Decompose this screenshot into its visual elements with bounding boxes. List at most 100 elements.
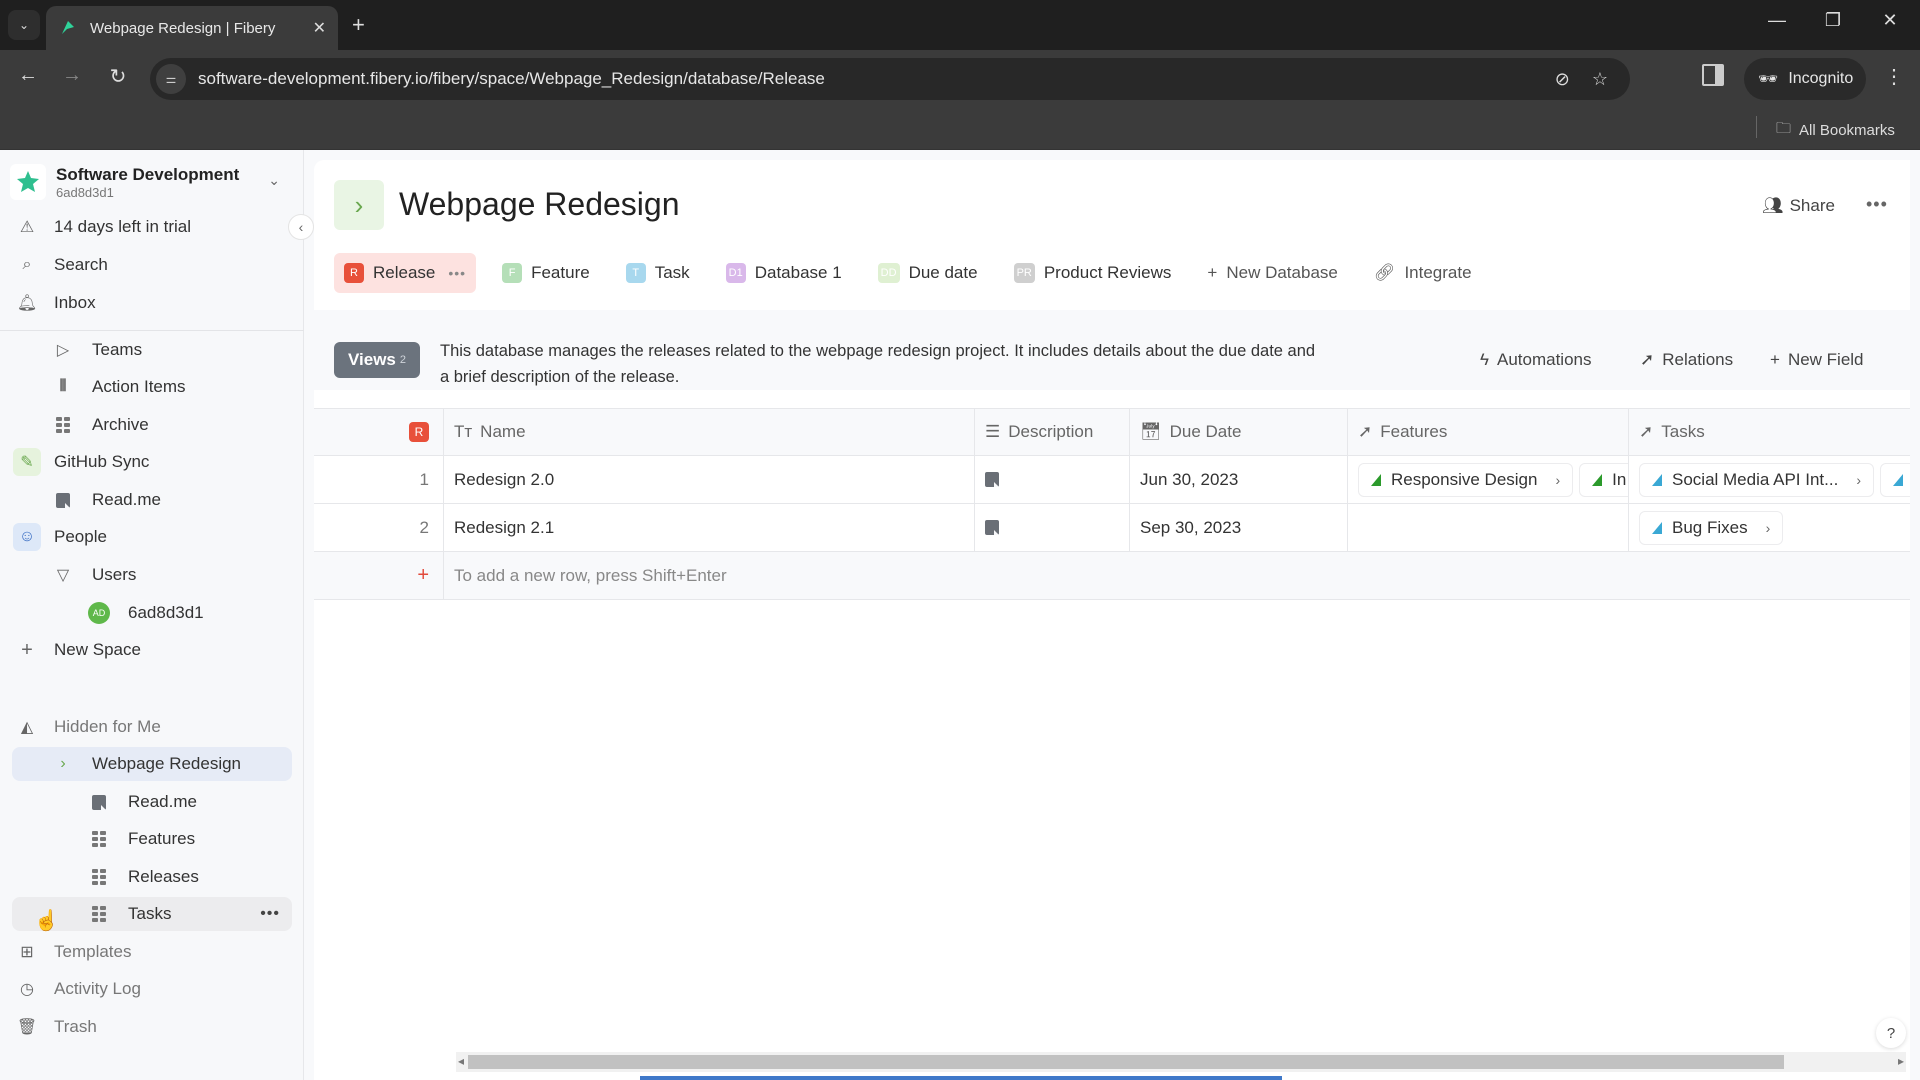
tab-release[interactable]: R Release ••• <box>334 253 477 293</box>
page-more-options-icon[interactable]: ••• <box>1866 194 1888 215</box>
sidebar-item-templates[interactable]: ⊞ Templates <box>12 935 292 969</box>
sidebar-item-readme[interactable]: Read.me <box>48 483 292 517</box>
sidebar-item-github-sync[interactable]: ✎ GitHub Sync <box>12 445 292 479</box>
new-tab-button[interactable]: + <box>352 12 365 38</box>
add-row-hint[interactable]: To add a new row, press Shift+Enter <box>444 552 737 599</box>
sidebar-item-features[interactable]: Features <box>84 822 292 856</box>
column-header-due-date[interactable]: 📅︎ Due Date <box>1130 409 1348 455</box>
new-database-button[interactable]: + New Database <box>1197 253 1347 293</box>
restore-icon[interactable]: ❐ <box>1818 10 1848 31</box>
scrollbar-thumb[interactable] <box>468 1055 1784 1069</box>
url-text[interactable]: software-development.fibery.io/fibery/sp… <box>198 69 1555 89</box>
more-options-icon[interactable]: ••• <box>260 905 280 923</box>
integrate-button[interactable]: 🔗︎ Integrate <box>1364 253 1482 293</box>
grid-icon <box>84 831 114 847</box>
due-date-cell[interactable]: Sep 30, 2023 <box>1130 504 1348 551</box>
hidden-for-me-section[interactable]: ◭ Hidden for Me <box>12 710 292 744</box>
column-header-features[interactable]: ➚ Features <box>1348 409 1629 455</box>
sidebar-item-user[interactable]: AD 6ad8d3d1 <box>84 596 292 630</box>
tasks-cell[interactable]: Bug Fixes › <box>1629 504 1910 551</box>
add-row-plus-icon[interactable]: + <box>314 552 444 599</box>
table-row[interactable]: 2 Redesign 2.1 Sep 30, 2023 Bug Fixes › <box>314 504 1910 552</box>
column-header-name[interactable]: Tт Name <box>444 409 975 455</box>
sidebar-item-action-items[interactable]: ⦀ Action Items <box>48 370 292 404</box>
horizontal-scrollbar[interactable]: ◂ ▸ <box>456 1052 1906 1072</box>
due-date-cell[interactable]: Jun 30, 2023 <box>1130 456 1348 503</box>
sidebar-item-webpage-redesign[interactable]: › Webpage Redesign <box>12 747 292 781</box>
description-cell[interactable] <box>975 456 1130 503</box>
automations-button[interactable]: ϟ Automations <box>1480 350 1592 370</box>
features-cell[interactable]: Responsive Design › In <box>1348 456 1629 503</box>
sidebar-item-new-space[interactable]: + New Space <box>12 633 292 667</box>
chevron-right-icon: › <box>1856 471 1861 488</box>
sidebar-item-trial[interactable]: ⚠ 14 days left in trial <box>12 210 292 244</box>
bookmark-star-icon[interactable]: ☆ <box>1592 69 1608 90</box>
forward-icon[interactable]: → <box>57 64 87 87</box>
address-bar[interactable]: ⚌ software-development.fibery.io/fibery/… <box>150 58 1630 100</box>
back-icon[interactable]: ← <box>13 64 43 87</box>
minimize-icon[interactable]: — <box>1762 10 1792 31</box>
database-description[interactable]: This database manages the releases relat… <box>440 338 1320 390</box>
tab-task[interactable]: T Task <box>616 253 700 293</box>
templates-icon: ⊞ <box>20 944 34 961</box>
relations-button[interactable]: ➚ Relations <box>1640 350 1733 370</box>
help-button[interactable]: ? <box>1876 1018 1906 1048</box>
feature-entity-icon <box>1592 473 1603 486</box>
share-button[interactable]: 👥︎ Share <box>1762 196 1835 216</box>
tab-product-reviews[interactable]: PR Product Reviews <box>1004 253 1182 293</box>
sidebar-item-activity-log[interactable]: ◷ Activity Log <box>12 972 292 1006</box>
incognito-badge[interactable]: 🕶 Incognito <box>1744 58 1866 100</box>
database-tabs: R Release ••• F Feature T Task D1 Databa… <box>334 252 1482 294</box>
tab-feature[interactable]: F Feature <box>492 253 600 293</box>
database-badge: D1 <box>725 263 746 283</box>
chevron-right-icon: › <box>1555 471 1561 488</box>
sidebar-item-label: Action Items <box>92 377 186 396</box>
tracking-protection-eye-off-icon[interactable]: ⊘ <box>1555 69 1570 90</box>
description-cell[interactable] <box>975 504 1130 551</box>
side-panel-icon[interactable] <box>1702 64 1724 86</box>
name-cell[interactable]: Redesign 2.0 <box>444 456 975 503</box>
sidebar-item-trash[interactable]: 🗑︎ Trash <box>12 1010 292 1044</box>
scroll-right-icon[interactable]: ▸ <box>1898 1054 1904 1068</box>
more-options-icon[interactable]: ••• <box>448 265 466 281</box>
sidebar-item-readme-2[interactable]: Read.me <box>84 785 292 819</box>
site-info-icon[interactable]: ⚌ <box>156 64 186 94</box>
sidebar-item-archive[interactable]: Archive <box>48 408 292 442</box>
add-row[interactable]: + To add a new row, press Shift+Enter <box>314 552 1910 600</box>
space-chevron-icon[interactable]: › <box>334 180 384 230</box>
tab-close-icon[interactable]: ✕ <box>313 18 326 38</box>
sidebar-item-label: New Space <box>54 640 141 659</box>
sidebar-item-teams[interactable]: ▷ Teams <box>48 333 292 367</box>
tasks-cell[interactable]: Social Media API Int... › <box>1629 456 1910 503</box>
tab-database-1[interactable]: D1 Database 1 <box>716 253 852 293</box>
task-chip[interactable]: Bug Fixes › <box>1639 510 1784 545</box>
browser-menu-icon[interactable]: ⋮ <box>1884 64 1904 89</box>
close-window-icon[interactable]: ✕ <box>1875 10 1905 31</box>
views-button[interactable]: Views 2 <box>334 342 420 378</box>
scroll-left-icon[interactable]: ◂ <box>458 1054 464 1068</box>
sidebar-item-label: Trash <box>54 1017 97 1036</box>
workspace-switcher[interactable]: Software Development 6ad8d3d1 ⌄ <box>10 160 294 204</box>
tab-search-button[interactable]: ⌄ <box>8 10 40 40</box>
sidebar-item-users[interactable]: ▽ Users <box>48 558 292 592</box>
all-bookmarks-button[interactable]: 🗀 All Bookmarks <box>1776 118 1895 143</box>
sidebar-item-releases[interactable]: Releases <box>84 860 292 894</box>
table-row[interactable]: 1 Redesign 2.0 Jun 30, 2023 Responsive D… <box>314 456 1910 504</box>
task-chip[interactable]: Social Media API Int... › <box>1639 462 1874 497</box>
tab-due-date[interactable]: DD Due date <box>868 253 988 293</box>
task-chip[interactable] <box>1879 462 1910 497</box>
reload-icon[interactable]: ↻ <box>103 64 133 89</box>
name-cell[interactable]: Redesign 2.1 <box>444 504 975 551</box>
chevron-down-icon[interactable]: ⌄ <box>268 172 280 189</box>
browser-tab[interactable]: Webpage Redesign | Fibery ✕ <box>46 6 338 50</box>
feature-chip[interactable]: In <box>1579 462 1628 497</box>
feature-chip[interactable]: Responsive Design › <box>1358 462 1574 497</box>
features-cell[interactable] <box>1348 504 1629 551</box>
sidebar-item-people[interactable]: ☺ People <box>12 520 292 554</box>
sidebar-item-inbox[interactable]: 🔔︎ Inbox <box>12 286 292 320</box>
link-icon: 🔗︎ <box>1373 263 1396 282</box>
column-header-tasks[interactable]: ➚ Tasks <box>1629 409 1910 455</box>
sidebar-item-search[interactable]: ⌕ Search <box>12 248 292 282</box>
column-header-description[interactable]: ☰ Description <box>975 409 1130 455</box>
new-field-button[interactable]: + New Field <box>1770 350 1864 370</box>
